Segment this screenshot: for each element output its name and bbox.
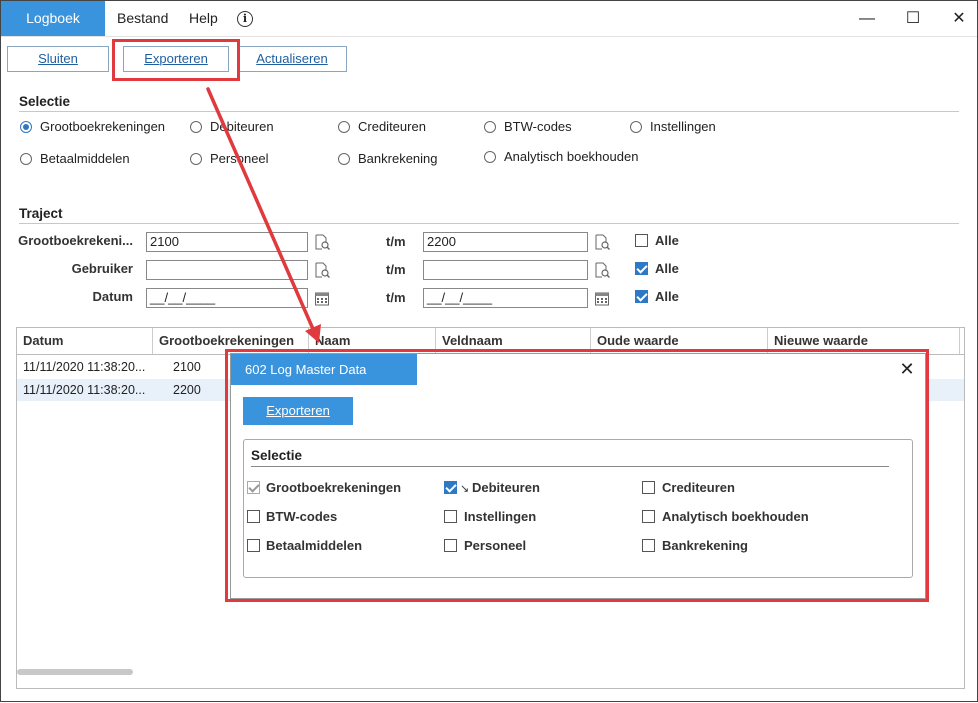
- datum-alle-label: Alle: [655, 289, 679, 304]
- radio-label-instellingen: Instellingen: [650, 119, 716, 134]
- maximize-icon[interactable]: ☐: [890, 1, 936, 36]
- lookup-icon[interactable]: [594, 234, 610, 250]
- grootboek-tm-label: t/m: [386, 234, 406, 249]
- cell-datum: 11/11/2020 11:38:20...: [23, 383, 146, 397]
- gebruiker-to-input[interactable]: [423, 260, 588, 280]
- menu-bestand[interactable]: Bestand: [117, 1, 168, 36]
- datum-alle-checkbox[interactable]: [635, 290, 648, 303]
- radio-label-betaalmiddelen: Betaalmiddelen: [40, 151, 130, 166]
- gebruiker-label: Gebruiker: [71, 261, 133, 276]
- highlight-dialog-box: [225, 349, 929, 602]
- grootboek-alle-label: Alle: [655, 233, 679, 248]
- radio-betaalmiddelen[interactable]: [20, 153, 32, 165]
- menu-help[interactable]: Help: [189, 1, 218, 36]
- lookup-icon[interactable]: [314, 262, 330, 278]
- close-icon[interactable]: ✕: [936, 1, 978, 36]
- radio-label-bankrekening: Bankrekening: [358, 151, 438, 166]
- radio-label-btw-codes: BTW-codes: [504, 119, 572, 134]
- grootboek-to-input[interactable]: 2200: [423, 232, 588, 252]
- calendar-icon[interactable]: [594, 290, 610, 306]
- radio-analytisch-boekhouden[interactable]: [484, 151, 496, 163]
- radio-grootboekrekeningen[interactable]: [20, 121, 32, 133]
- lookup-icon[interactable]: [314, 234, 330, 250]
- radio-bankrekening[interactable]: [338, 153, 350, 165]
- actualiseren-button[interactable]: Actualiseren: [237, 46, 347, 72]
- column-header-datum[interactable]: Datum: [17, 328, 153, 354]
- radio-label-debiteuren: Debiteuren: [210, 119, 274, 134]
- datum-to-input[interactable]: __/__/____: [423, 288, 588, 308]
- traject-title: Traject: [19, 206, 63, 221]
- datum-tm-label: t/m: [386, 290, 406, 305]
- radio-personeel[interactable]: [190, 153, 202, 165]
- lookup-icon[interactable]: [594, 262, 610, 278]
- radio-label-crediteuren: Crediteuren: [358, 119, 426, 134]
- cell-grootboekrekening: 2200: [173, 383, 201, 397]
- gebruiker-from-input[interactable]: [146, 260, 308, 280]
- datum-label: Datum: [92, 289, 133, 304]
- radio-label-grootboekrekeningen: Grootboekrekeningen: [40, 119, 166, 134]
- info-icon[interactable]: i: [237, 11, 253, 27]
- radio-crediteuren[interactable]: [338, 121, 350, 133]
- cell-grootboekrekening: 2100: [173, 360, 201, 374]
- minimize-icon[interactable]: —: [844, 1, 890, 36]
- radio-instellingen[interactable]: [630, 121, 642, 133]
- traject-divider: [19, 223, 959, 224]
- selectie-title: Selectie: [19, 94, 71, 109]
- app-tab[interactable]: Logboek: [1, 1, 105, 36]
- cell-datum: 11/11/2020 11:38:20...: [23, 360, 146, 374]
- gebruiker-tm-label: t/m: [386, 262, 406, 277]
- calendar-icon[interactable]: [314, 290, 330, 306]
- grootboek-label: Grootboekrekeni...: [18, 233, 133, 248]
- gebruiker-alle-checkbox[interactable]: [635, 262, 648, 275]
- radio-label-personeel: Personeel: [210, 151, 269, 166]
- highlight-exporteren-box: [112, 39, 240, 81]
- toolbar-divider: [1, 36, 977, 37]
- radio-label-analytisch-boekhouden: Analytisch boekhouden: [504, 149, 639, 164]
- sluiten-button[interactable]: Sluiten: [7, 46, 109, 72]
- title-bar: Logboek Bestand Help i — ☐ ✕: [1, 1, 977, 36]
- grootboek-from-input[interactable]: 2100: [146, 232, 308, 252]
- grootboek-alle-checkbox[interactable]: [635, 234, 648, 247]
- radio-btw-codes[interactable]: [484, 121, 496, 133]
- gebruiker-alle-label: Alle: [655, 261, 679, 276]
- selectie-divider: [19, 111, 959, 112]
- logboek-window: Logboek Bestand Help i — ☐ ✕ Sluiten Exp…: [0, 0, 978, 702]
- datum-from-input[interactable]: __/__/____: [146, 288, 308, 308]
- radio-debiteuren[interactable]: [190, 121, 202, 133]
- horizontal-scrollbar[interactable]: [17, 669, 133, 675]
